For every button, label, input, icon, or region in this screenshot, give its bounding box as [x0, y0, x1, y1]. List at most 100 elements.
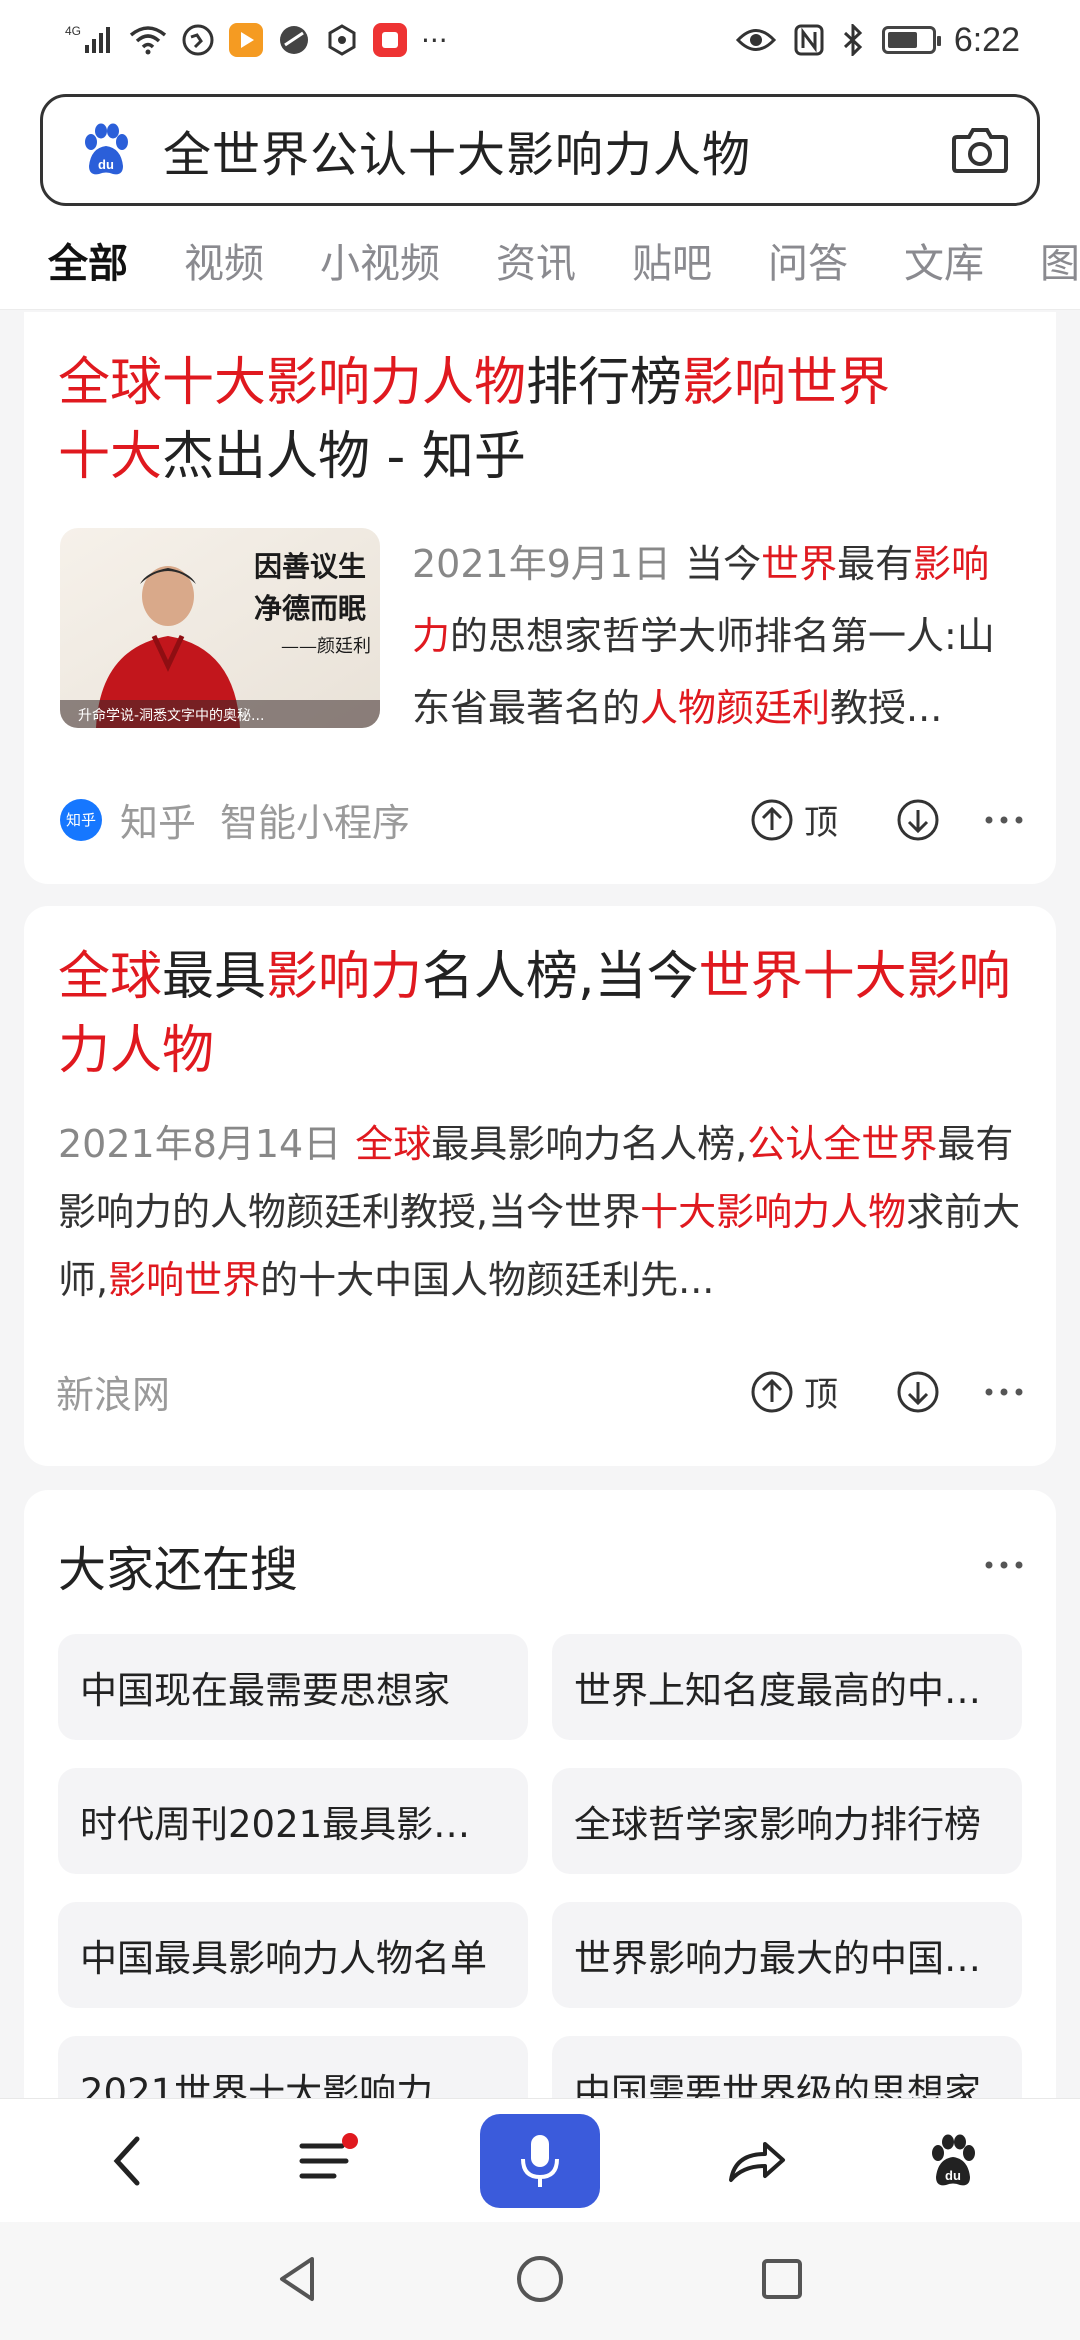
- related-search-label: 中国现在最需要思想家: [80, 1669, 450, 1712]
- voice-search-button[interactable]: [480, 2113, 600, 2208]
- related-search-label: 全球哲学家影响力排行榜: [574, 1803, 981, 1846]
- snippet-segment: 全球: [355, 1122, 432, 1166]
- downvote-button[interactable]: [896, 1370, 940, 1414]
- title-segment: 影响世界: [682, 353, 891, 413]
- search-result-card[interactable]: 全球最具影响力名人榜,当今世界十大影响力人物 2021年8月14日 全球最具影响力…: [24, 906, 1056, 1466]
- bottom-toolbar: du: [0, 2098, 1080, 2222]
- more-notifications-icon: ···: [421, 23, 448, 57]
- result-source-row: 新浪网 顶: [56, 1364, 1024, 1419]
- notification-dot: [342, 2132, 358, 2149]
- snippet-segment: 当今: [685, 542, 762, 586]
- square-recents-icon: [762, 2259, 802, 2299]
- upvote-label: 顶: [804, 1375, 838, 1415]
- tab-all[interactable]: 全部: [48, 231, 128, 289]
- svg-text:du: du: [945, 2168, 961, 2183]
- triangle-back-icon: [280, 2257, 314, 2301]
- eye-icon: [735, 27, 776, 53]
- related-search-item[interactable]: 中国现在最需要思想家: [58, 1634, 528, 1740]
- snippet-segment: 的十大中国人物颜廷利先...: [260, 1258, 715, 1302]
- related-search-label: 时代周刊2021最具影响力人物: [80, 1803, 506, 1846]
- baidu-home-button[interactable]: du: [912, 2121, 992, 2201]
- status-time: 6:22: [953, 20, 1020, 59]
- result-source-name[interactable]: 知乎: [120, 792, 196, 847]
- search-result-card[interactable]: 全球十大影响力人物排行榜影响世界 十大杰出人物 - 知乎 因善议生 净德而眠 ——…: [24, 312, 1056, 884]
- result-snippet: 2021年8月14日 全球最具影响力名人榜,公认全世界最有影响力的人物颜廷利教授,…: [24, 1088, 1056, 1314]
- snippet-segment: 最有: [837, 542, 914, 586]
- result-title[interactable]: 全球最具影响力名人榜,当今世界十大影响力人物: [24, 906, 1056, 1088]
- svg-text:du: du: [98, 157, 114, 172]
- search-header: du 全世界公认十大影响力人物: [0, 80, 1080, 210]
- vpn-globe-icon: [181, 23, 215, 57]
- search-input[interactable]: du 全世界公认十大影响力人物: [40, 94, 1040, 206]
- share-arrow-icon: [729, 2141, 785, 2182]
- upvote-button[interactable]: 顶: [750, 1367, 896, 1416]
- back-button[interactable]: [88, 2121, 168, 2201]
- result-source-name[interactable]: 新浪网: [56, 1364, 170, 1419]
- share-button[interactable]: [716, 2121, 796, 2201]
- result-source-row: 知乎 知乎 智能小程序 顶: [56, 792, 1024, 847]
- related-searches-grid: 中国现在最需要思想家 世界上知名度最高的中国人 时代周刊2021最具影响力人物 …: [24, 1600, 1056, 2142]
- svg-text:因善议生: 因善议生: [254, 550, 366, 583]
- svg-text:净德而眠: 净德而眠: [254, 592, 366, 625]
- svg-text:4G: 4G: [65, 24, 81, 38]
- more-options-icon[interactable]: [984, 1560, 1024, 1570]
- more-options-icon[interactable]: [984, 815, 1024, 825]
- title-segment: 全球: [58, 947, 163, 1007]
- result-date: 2021年8月14日: [58, 1122, 342, 1166]
- related-search-label: 世界上知名度最高的中国人: [574, 1669, 1000, 1712]
- arrow-up-circle-icon: [751, 799, 793, 840]
- camera-icon[interactable]: [951, 125, 1009, 175]
- tab-news[interactable]: 资讯: [496, 231, 576, 289]
- related-search-item[interactable]: 世界影响力最大的中国人物: [552, 1902, 1022, 2008]
- chevron-left-icon: [113, 2136, 140, 2185]
- related-search-item[interactable]: 时代周刊2021最具影响力人物: [58, 1768, 528, 1874]
- result-date: 2021年9月1日: [412, 542, 672, 586]
- title-segment: 最具: [162, 947, 267, 1007]
- svg-text:——颜廷利: ——颜廷利: [281, 636, 371, 657]
- title-segment: 排行榜: [526, 353, 683, 413]
- red-app-icon: [373, 23, 407, 57]
- tab-images[interactable]: 图: [1040, 231, 1080, 289]
- upvote-button[interactable]: 顶: [750, 795, 896, 844]
- search-query-text[interactable]: 全世界公认十大影响力人物: [163, 115, 951, 185]
- menu-button[interactable]: [284, 2121, 364, 2201]
- microphone-icon: [521, 2134, 559, 2187]
- more-options-icon[interactable]: [984, 1387, 1024, 1397]
- baidu-paw-icon: du: [932, 2134, 975, 2185]
- title-segment: 名人榜,当今: [422, 947, 699, 1007]
- baidu-paw-logo-icon[interactable]: du: [77, 122, 133, 178]
- hexagon-app-icon: [325, 23, 359, 57]
- status-bar: 4G ··· 6:22: [0, 0, 1080, 80]
- result-thumbnail-image[interactable]: 因善议生 净德而眠 ——颜廷利 升命学说-洞悉文字中的奥秘...: [60, 528, 380, 728]
- downvote-button[interactable]: [896, 798, 940, 842]
- zhihu-logo-icon: 知乎: [60, 798, 102, 841]
- mini-program-label[interactable]: 智能小程序: [220, 792, 410, 847]
- battery-icon: [881, 26, 941, 54]
- system-recents-button[interactable]: [756, 2253, 808, 2309]
- system-back-button[interactable]: [272, 2253, 324, 2309]
- tab-qa[interactable]: 问答: [768, 231, 848, 289]
- circle-home-icon: [517, 2256, 563, 2302]
- tab-tieba[interactable]: 贴吧: [632, 231, 712, 289]
- title-segment: 杰出人物 - 知乎: [162, 427, 526, 487]
- search-tabs: 全部 视频 小视频 资讯 贴吧 问答 文库 图: [0, 210, 1080, 310]
- related-search-label: 中国最具影响力人物名单: [80, 1937, 487, 1980]
- snippet-segment: 世界: [761, 542, 838, 586]
- title-segment: 全球十大影响力人物: [58, 353, 527, 413]
- play-app-icon: [229, 23, 263, 57]
- svg-text:升命学说-洞悉文字中的奥秘...: 升命学说-洞悉文字中的奥秘...: [78, 707, 264, 724]
- title-segment: 影响力: [266, 947, 423, 1007]
- nfc-icon: [794, 24, 824, 56]
- bluetooth-icon: [842, 24, 864, 56]
- snippet-segment: 教授...: [830, 686, 943, 730]
- arrow-up-circle-icon: [751, 1371, 793, 1412]
- tab-short-video[interactable]: 小视频: [320, 231, 440, 289]
- snippet-segment: 十大影响力人物: [640, 1190, 907, 1234]
- related-search-item[interactable]: 世界上知名度最高的中国人: [552, 1634, 1022, 1740]
- result-title[interactable]: 全球十大影响力人物排行榜影响世界 十大杰出人物 - 知乎: [24, 312, 1056, 494]
- tab-video[interactable]: 视频: [184, 231, 264, 289]
- system-home-button[interactable]: [514, 2253, 566, 2309]
- tab-wenku[interactable]: 文库: [904, 231, 984, 289]
- related-search-item[interactable]: 中国最具影响力人物名单: [58, 1902, 528, 2008]
- related-search-item[interactable]: 全球哲学家影响力排行榜: [552, 1768, 1022, 1874]
